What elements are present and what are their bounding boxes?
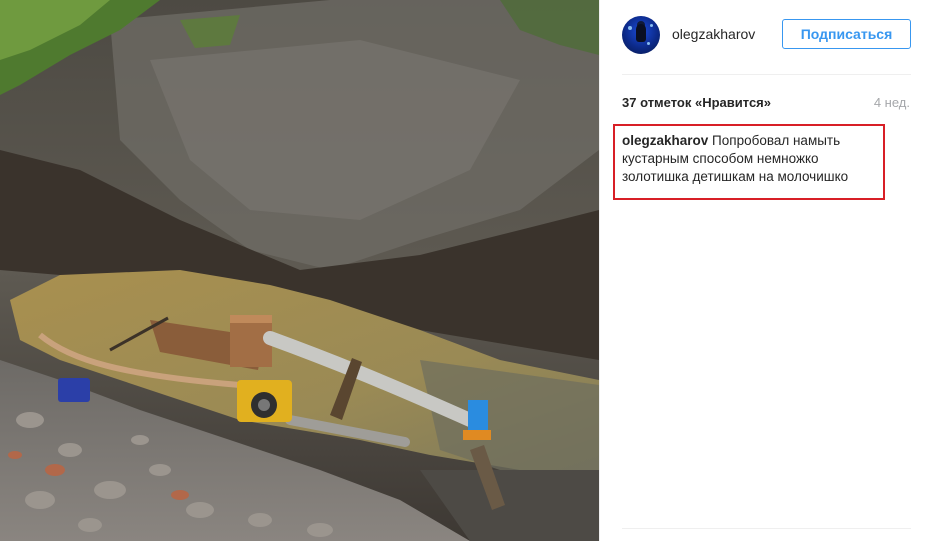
avatar[interactable] — [622, 16, 660, 54]
post-time[interactable]: 4 нед. — [874, 95, 910, 110]
follow-button[interactable]: Подписаться — [782, 19, 911, 49]
caption-author-link[interactable]: olegzakharov — [622, 133, 708, 148]
post-photo[interactable] — [0, 0, 599, 541]
post-caption: olegzakharov Попробовал намыть кустарным… — [622, 132, 878, 186]
diver-body-icon — [636, 24, 646, 42]
bubble-decor — [650, 24, 653, 27]
username-link[interactable]: olegzakharov — [672, 26, 755, 42]
likes-count[interactable]: 37 отметок «Нравится» — [622, 95, 771, 110]
post-header: olegzakharov Подписаться — [622, 14, 912, 60]
instagram-post: olegzakharov Подписаться 37 отметок «Нра… — [0, 0, 926, 541]
divider-bottom — [622, 528, 911, 529]
post-side-panel: olegzakharov Подписаться 37 отметок «Нра… — [599, 0, 926, 541]
bubble-decor — [628, 26, 632, 30]
divider — [622, 74, 911, 75]
bubble-decor — [647, 42, 650, 45]
